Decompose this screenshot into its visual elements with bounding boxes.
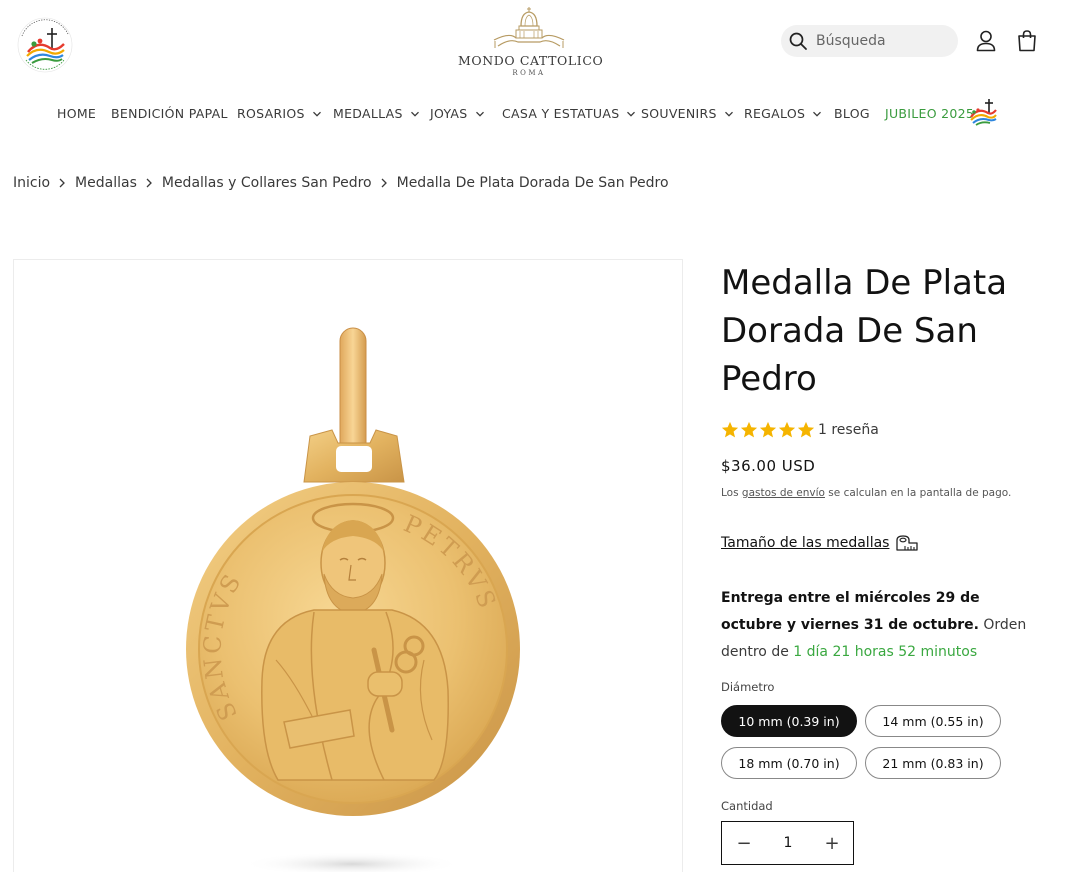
diameter-option-14mm[interactable]: 14 mm (0.55 in) [865,705,1001,737]
site-header: MONDO CATTOLICO ROMA [0,0,1071,90]
delivery-estimate: Entrega entre el miércoles 29 de octubre… [721,585,1041,666]
quantity-stepper: − 1 + [721,821,854,865]
quantity-increase-button[interactable]: + [810,822,854,864]
nav-item-home[interactable]: HOME [57,106,96,121]
chevron-down-icon [813,111,822,117]
breadcrumb-link-medallas[interactable]: Medallas [75,175,137,191]
breadcrumb: Inicio Medallas Medallas y Collares San … [13,173,669,193]
nav-label: CASA Y ESTATUAS [502,106,620,121]
brand-subtitle: ROMA [512,69,546,77]
jubilee-official-licensee-logo[interactable] [12,14,78,76]
review-count[interactable]: 1 reseña [818,422,879,438]
search-icon[interactable] [788,31,808,51]
chevron-down-icon [312,111,321,117]
breadcrumb-current: Medalla De Plata Dorada De San Pedro [396,175,669,191]
chevron-down-icon [410,111,419,117]
star-icon [721,421,739,438]
shipping-suffix: se calculan en la pantalla de pago. [824,487,1012,499]
nav-item-bendicion-papal[interactable]: BENDICIÓN PAPAL [111,106,228,121]
nav-label: HOME [57,106,97,121]
quantity-input[interactable]: 1 [766,822,810,864]
nav-item-souvenirs[interactable]: SOUVENIRS [641,106,734,121]
nav-item-casa-y-estatuas[interactable]: CASA Y ESTATUAS [502,106,636,121]
chevron-down-icon [627,111,636,117]
shopping-bag-icon[interactable] [1016,29,1038,53]
diameter-option-18mm[interactable]: 18 mm (0.70 in) [721,747,857,779]
nav-label: JUBILEO 2025 [885,106,975,121]
nav-label: BLOG [834,106,870,121]
star-icon [797,421,815,438]
product-image[interactable]: SANCTVS PETRVS [13,259,683,872]
chevron-right-icon [146,178,152,188]
size-guide-button[interactable]: Tamaño de las medallas [721,534,919,552]
size-guide-label[interactable]: Tamaño de las medallas [721,535,889,551]
nav-item-blog[interactable]: BLOG [834,106,870,121]
brand-name: MONDO CATTOLICO [458,53,604,68]
jubilee-cross-icon[interactable] [968,97,998,127]
diameter-option-21mm[interactable]: 21 mm (0.83 in) [865,747,1001,779]
diameter-label: Diámetro [721,680,775,694]
shipping-link[interactable]: gastos de envío [742,487,825,499]
product-title: Medalla De Plata Dorada De San Pedro [721,263,1008,399]
chevron-right-icon [59,178,65,188]
brand-logo[interactable]: MONDO CATTOLICO ROMA [458,6,604,80]
nav-label: BENDICIÓN PAPAL [111,106,228,121]
delivery-countdown: 1 día 21 horas 52 minutos [793,644,978,660]
chevron-right-icon [381,178,387,188]
product-rating[interactable]: 1 reseña [721,420,879,440]
search-bar[interactable] [781,25,958,57]
nav-item-regalos[interactable]: REGALOS [744,106,822,121]
nav-label: SOUVENIRS [641,106,717,121]
quantity-label: Cantidad [721,799,773,813]
basilica-icon [493,7,565,48]
search-input[interactable] [816,29,951,53]
nav-label: ROSARIOS [237,106,305,121]
medal-image: SANCTVS PETRVS [186,327,520,872]
quantity-decrease-button[interactable]: − [722,822,766,864]
breadcrumb-link-inicio[interactable]: Inicio [13,175,50,191]
ruler-icon [896,535,919,551]
product-price: $36.00 USD [721,457,816,475]
star-icon [778,421,796,438]
shipping-prefix: Los [721,487,742,499]
star-icon [759,421,777,438]
diameter-option-10mm[interactable]: 10 mm (0.39 in) [721,705,857,737]
chevron-down-icon [724,111,733,117]
nav-item-jubileo-2025[interactable]: JUBILEO 2025 [885,106,974,121]
nav-item-joyas[interactable]: JOYAS [430,106,485,121]
nav-label: JOYAS [430,106,468,121]
star-icon [740,421,758,438]
chevron-down-icon [475,111,484,117]
nav-item-medallas[interactable]: MEDALLAS [333,106,420,121]
shipping-note: Los gastos de envío se calculan en la pa… [721,487,1011,499]
user-icon[interactable] [975,29,997,53]
nav-label: REGALOS [744,106,806,121]
nav-item-rosarios[interactable]: ROSARIOS [237,106,322,121]
breadcrumb-link-medallas-san-pedro[interactable]: Medallas y Collares San Pedro [162,175,372,191]
nav-label: MEDALLAS [333,106,403,121]
main-navigation: HOME BENDICIÓN PAPAL ROSARIOS MEDALLAS J… [0,96,1071,132]
delivery-dates: Entrega entre el miércoles 29 de octubre… [721,590,980,633]
